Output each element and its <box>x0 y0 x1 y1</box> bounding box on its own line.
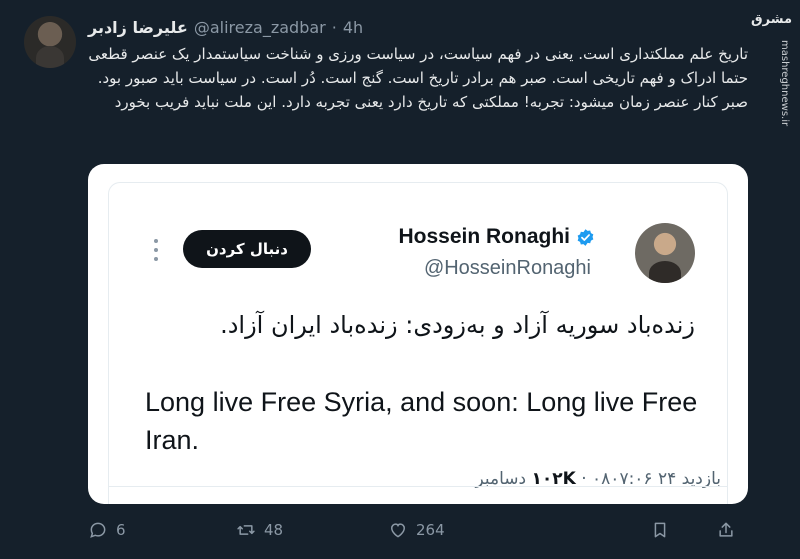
watermark: مشرق mashreghnews.ir <box>751 12 794 162</box>
more-options-icon[interactable] <box>153 239 159 261</box>
tweet-text: تاریخ علم مملکتداری است. یعنی در فهم سیا… <box>88 45 748 111</box>
tweet-actions: 6 48 264 <box>88 520 748 546</box>
author-avatar[interactable] <box>24 16 76 68</box>
quoted-author-avatar[interactable] <box>635 223 695 283</box>
reply-count: 6 <box>116 521 126 539</box>
quoted-divider <box>108 486 728 487</box>
watermark-logo: مشرق <box>751 12 792 27</box>
retweet-button[interactable]: 48 <box>236 520 283 540</box>
heart-icon <box>390 523 406 538</box>
reply-button[interactable]: 6 <box>88 520 126 540</box>
tweet-header: علیرضا زادبر @alireza_zadbar · 4h <box>88 16 363 38</box>
quoted-author-name-text: Hossein Ronaghi <box>398 225 570 248</box>
watermark-url: mashreghnews.ir <box>779 40 790 127</box>
share-icon <box>719 522 733 537</box>
share-button[interactable] <box>716 520 736 540</box>
reply-icon <box>90 522 106 538</box>
tweet-time[interactable]: 4h <box>343 18 363 37</box>
retweet-icon <box>237 525 255 535</box>
verified-badge-icon <box>577 228 594 246</box>
quoted-text-english: Long live Free Syria, and soon: Long liv… <box>145 387 698 455</box>
like-button[interactable]: 264 <box>388 520 445 540</box>
follow-button[interactable]: دنبال کردن <box>183 230 311 268</box>
quoted-author-handle[interactable]: @HosseinRonaghi <box>424 257 591 280</box>
header-separator: · <box>331 17 337 37</box>
author-name[interactable]: علیرضا زادبر <box>88 18 188 37</box>
author-handle[interactable]: @alireza_zadbar <box>194 18 326 37</box>
quoted-tweet-frame: دنبال کردن Hossein Ronaghi @HosseinRonag… <box>108 182 728 504</box>
like-count: 264 <box>416 521 445 539</box>
retweet-count: 48 <box>264 521 284 539</box>
bookmark-button[interactable] <box>650 520 670 540</box>
bookmark-icon <box>654 522 666 538</box>
quoted-text-persian: زنده‌باد سوریه آزاد و به‌زودی: زنده‌باد … <box>220 311 695 339</box>
quoted-tweet-card[interactable]: دنبال کردن Hossein Ronaghi @HosseinRonag… <box>88 164 748 504</box>
quoted-author-name[interactable]: Hossein Ronaghi <box>398 225 595 249</box>
